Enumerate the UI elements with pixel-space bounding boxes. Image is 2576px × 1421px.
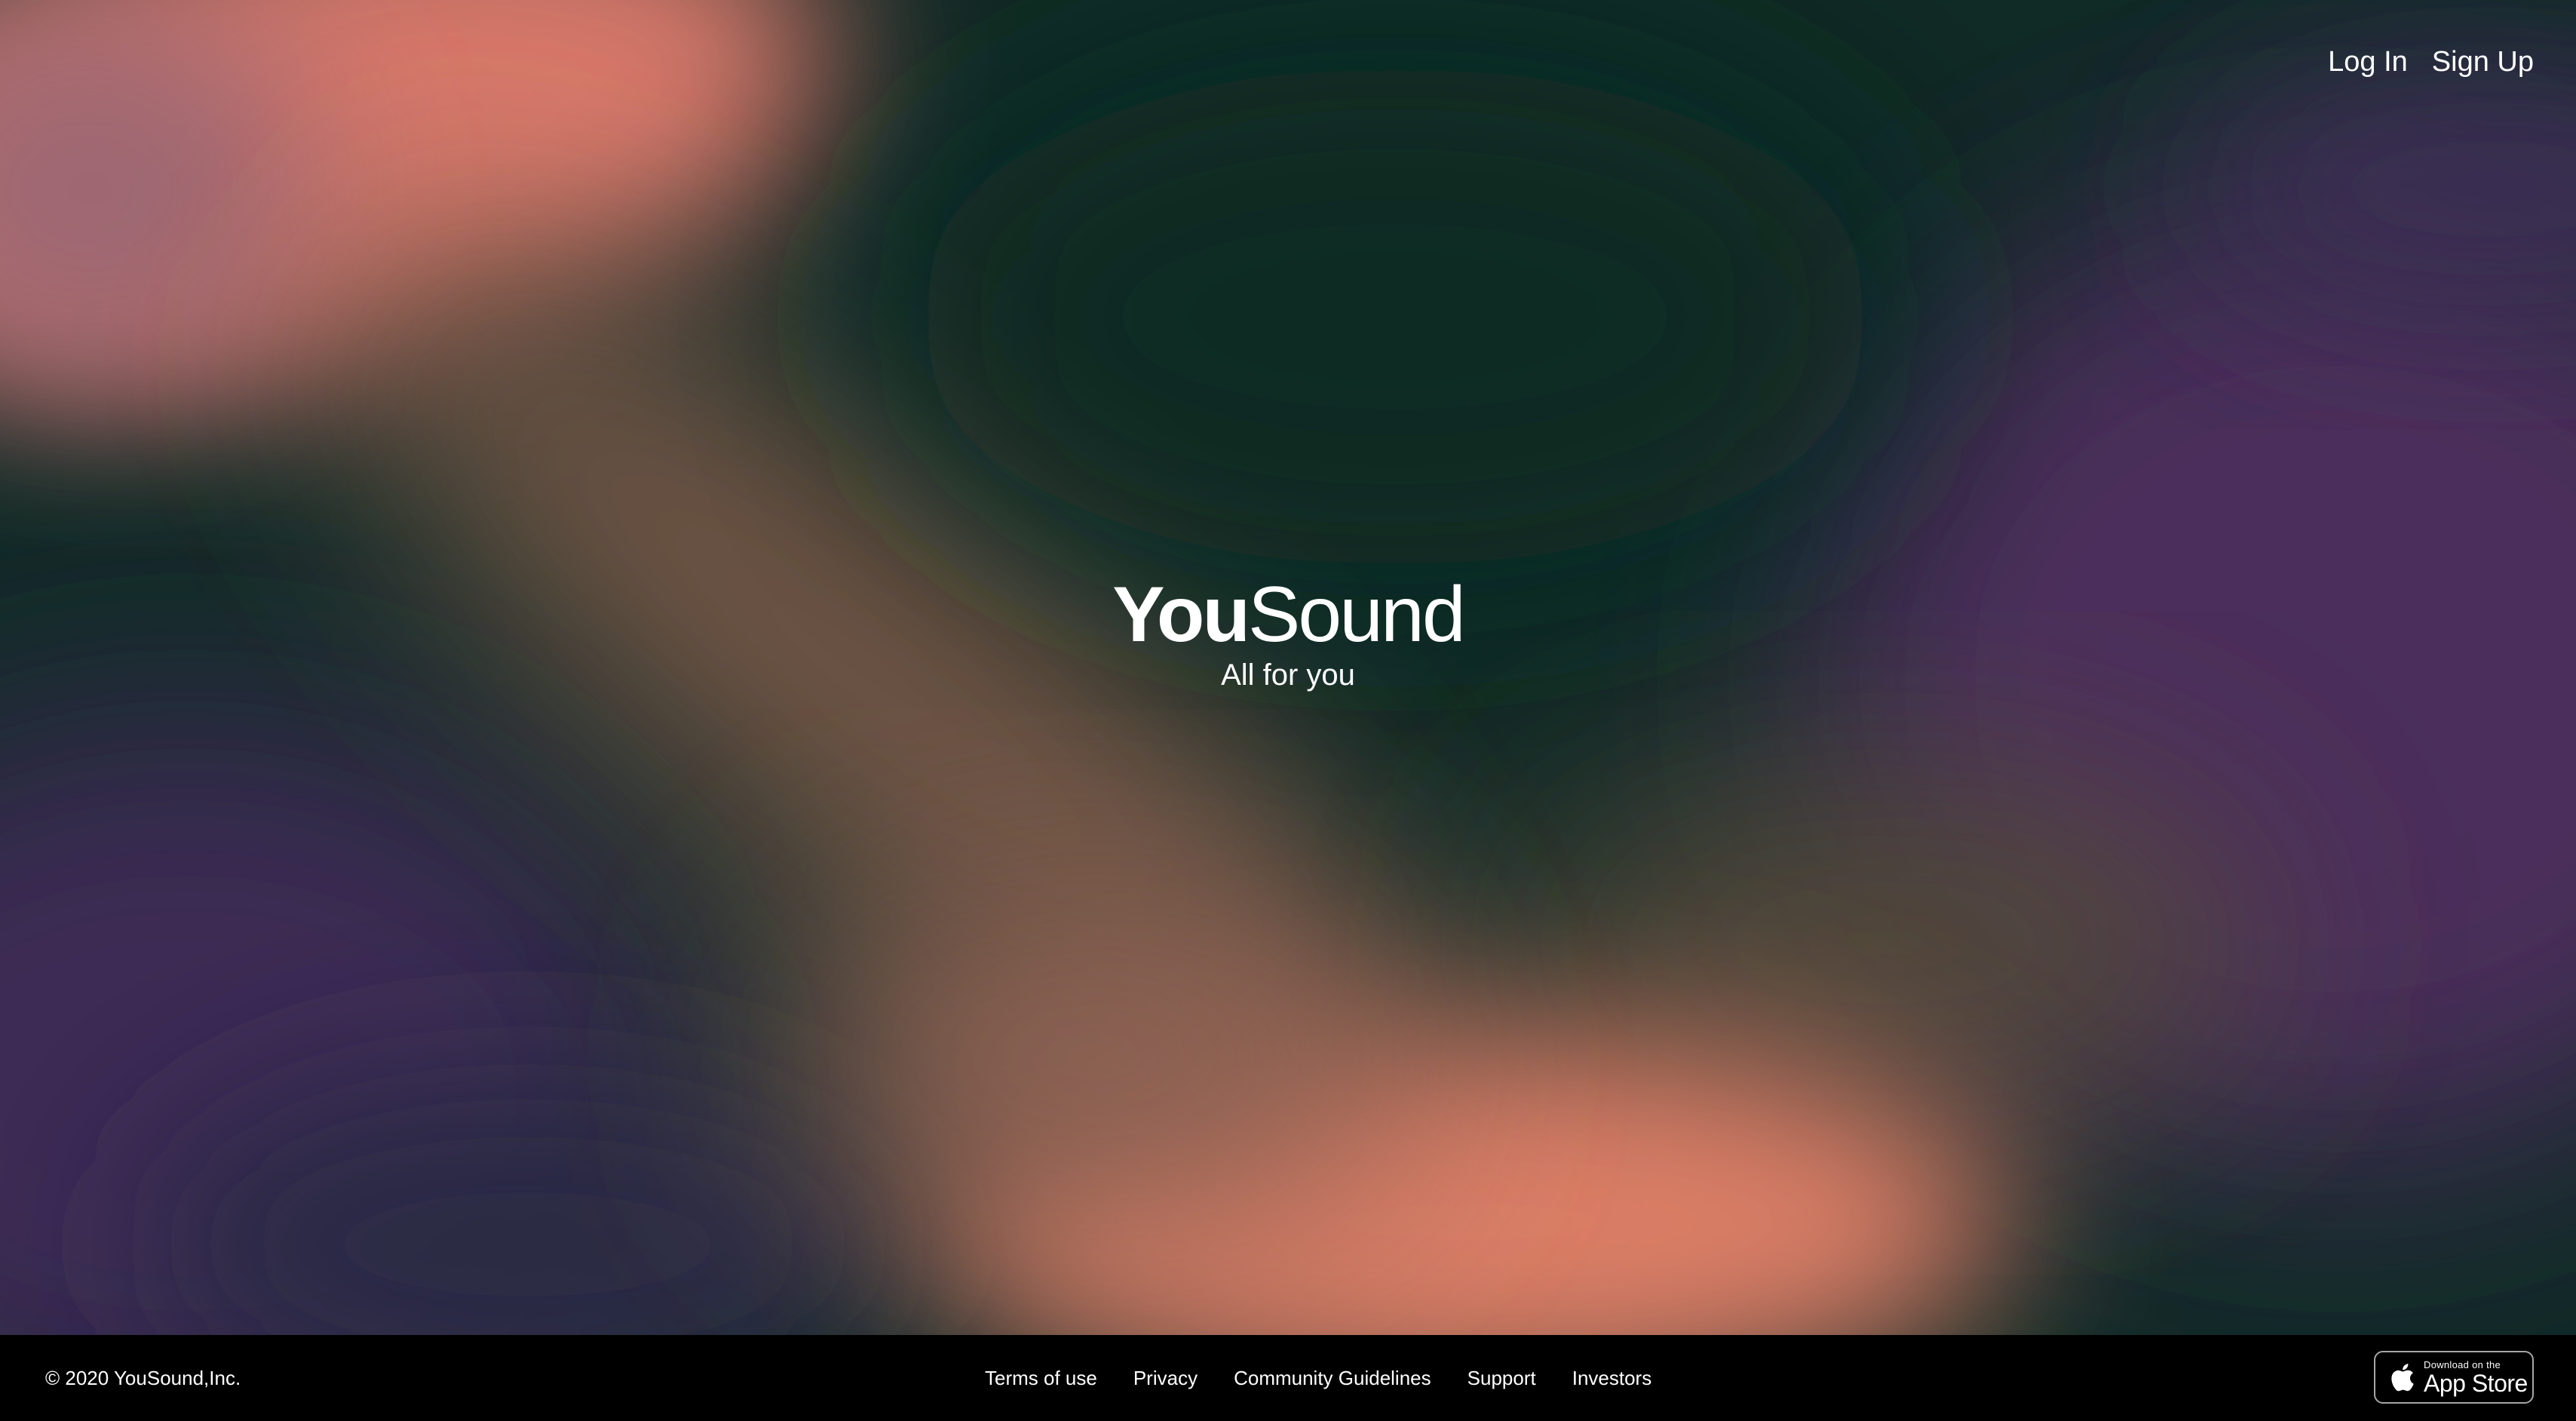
app-store-text: Download on the App Store [2424, 1360, 2528, 1395]
footer: © 2020 YouSound,Inc. Terms of use Privac… [0, 1335, 2576, 1421]
top-nav: Log In Sign Up [2328, 42, 2534, 81]
tagline: All for you [1221, 658, 1355, 692]
app-store-badge[interactable]: Download on the App Store [2374, 1351, 2534, 1404]
footer-link-terms[interactable]: Terms of use [985, 1335, 1097, 1421]
footer-link-investors[interactable]: Investors [1572, 1335, 1652, 1421]
logo-light-part: Sound [1247, 571, 1466, 658]
footer-link-support[interactable]: Support [1467, 1335, 1536, 1421]
logo-bold-part: You [1112, 571, 1250, 658]
copyright-text: © 2020 YouSound,Inc. [45, 1367, 241, 1389]
brand-block: YouSound All for you [0, 569, 2576, 695]
app-store-big-text: App Store [2424, 1369, 2528, 1397]
hero-background: Log In Sign Up YouSound All for you [0, 0, 2576, 1335]
footer-link-community-guidelines[interactable]: Community Guidelines [1234, 1335, 1431, 1421]
signup-link[interactable]: Sign Up [2432, 42, 2534, 81]
footer-link-privacy[interactable]: Privacy [1133, 1335, 1198, 1421]
yousound-logo: YouSound [1112, 569, 1466, 660]
app-store-small-text: Download on the [2424, 1358, 2501, 1370]
apple-icon [2391, 1364, 2414, 1392]
login-link[interactable]: Log In [2328, 42, 2408, 81]
footer-links: Terms of use Privacy Community Guideline… [985, 1335, 1651, 1421]
